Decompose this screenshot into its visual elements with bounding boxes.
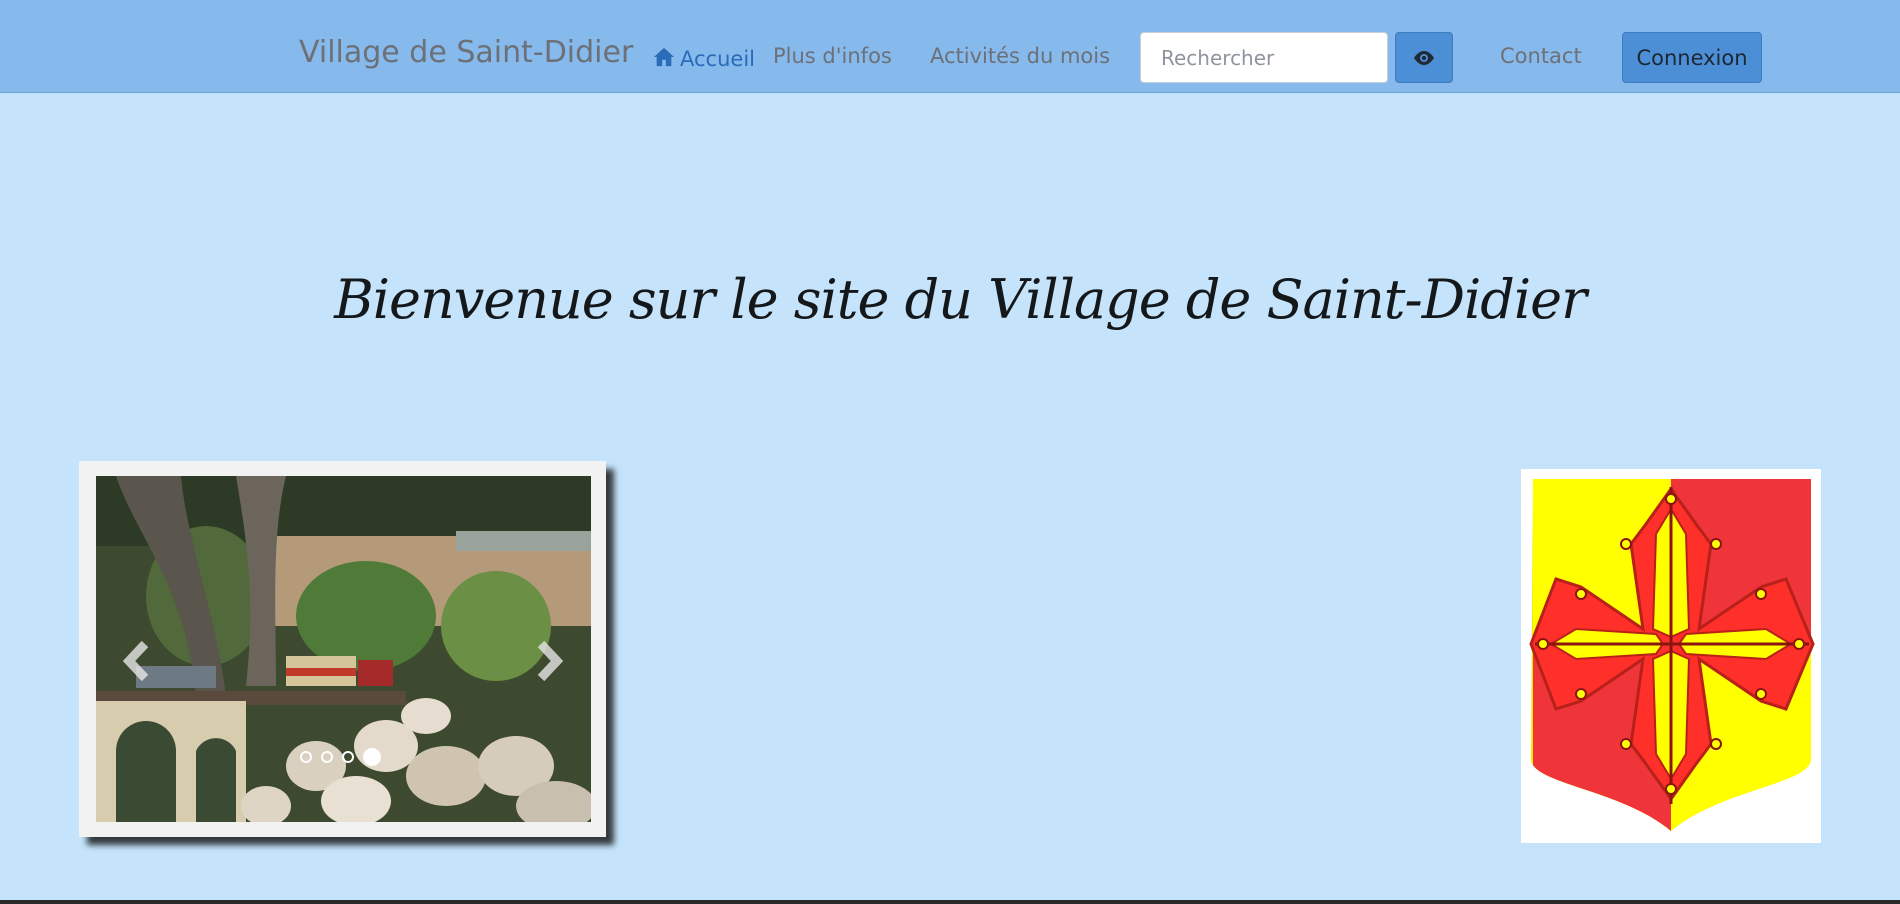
- carousel-prev-button[interactable]: [117, 636, 157, 686]
- nav-link-accueil-label: Accueil: [680, 47, 755, 71]
- eye-icon: [1414, 50, 1434, 65]
- nav-link-contact[interactable]: Contact: [1500, 46, 1582, 67]
- welcome-heading: Bienvenue sur le site du Village de Sain…: [334, 268, 1587, 331]
- search-input[interactable]: [1140, 32, 1388, 83]
- top-navbar: Village de Saint-Didier Accueil Plus d'i…: [0, 0, 1900, 93]
- garden-railway-photo: [96, 476, 591, 822]
- photo-carousel: [79, 461, 606, 837]
- carousel-next-button[interactable]: [529, 636, 569, 686]
- chevron-left-icon: [122, 640, 149, 682]
- chevron-right-icon: [537, 640, 564, 682]
- bottom-bar: [0, 900, 1900, 904]
- coat-of-arms-image: [1521, 469, 1821, 843]
- carousel-indicator-active[interactable]: [363, 748, 381, 766]
- carousel-indicators: [300, 748, 381, 766]
- nav-link-activites[interactable]: Activités du mois: [930, 46, 1110, 67]
- nav-link-plus-infos[interactable]: Plus d'infos: [773, 46, 892, 67]
- carousel-indicator[interactable]: [342, 751, 354, 763]
- carousel-slide-image: [96, 476, 591, 822]
- login-button[interactable]: Connexion: [1622, 32, 1762, 83]
- carousel-indicator[interactable]: [321, 751, 333, 763]
- occitan-cross-icon: [1529, 479, 1815, 831]
- site-brand[interactable]: Village de Saint-Didier: [299, 38, 633, 68]
- nav-link-accueil[interactable]: Accueil: [653, 46, 755, 70]
- carousel-indicator[interactable]: [300, 751, 312, 763]
- search-button[interactable]: [1395, 32, 1453, 83]
- home-icon: [653, 47, 675, 67]
